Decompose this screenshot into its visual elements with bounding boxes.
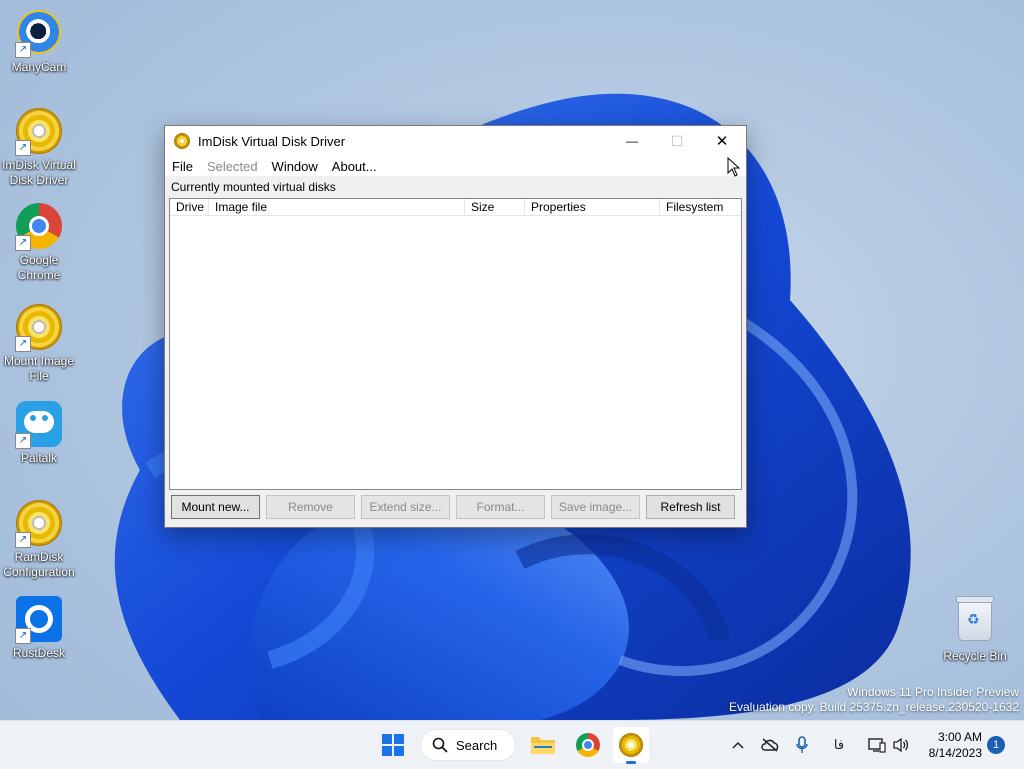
speaker-icon bbox=[893, 737, 909, 753]
chrome-icon bbox=[576, 733, 600, 757]
chevron-up-icon bbox=[732, 741, 744, 749]
evaluation-watermark: Windows 11 Pro Insider Preview Evaluatio… bbox=[729, 685, 1019, 715]
desktop-icon-rustdesk[interactable]: ↗ RustDesk bbox=[0, 595, 78, 661]
disc-icon: ↗ bbox=[15, 304, 63, 352]
desktop-icon-label: ImDisk Virtual bbox=[2, 158, 76, 172]
desktop-icon-label: Mount Image bbox=[3, 354, 75, 368]
desktop-icon-label: RustDesk bbox=[12, 646, 65, 660]
rustdesk-icon: ↗ bbox=[15, 596, 63, 644]
desktop-icon-label: RamDisk bbox=[14, 550, 64, 564]
refresh-list-button[interactable]: Refresh list bbox=[646, 495, 735, 519]
desktop-icon-label: Configuration bbox=[3, 565, 75, 579]
list-header: Drive Image file Size Properties Filesys… bbox=[170, 199, 741, 216]
desktop-icon-recycle-bin[interactable]: ♻ Recycle Bin bbox=[936, 595, 1014, 664]
menu-bar: File Selected Window About... bbox=[165, 156, 746, 176]
start-button[interactable] bbox=[375, 727, 411, 763]
window-title: ImDisk Virtual Disk Driver bbox=[198, 133, 346, 149]
search-icon bbox=[432, 737, 448, 753]
active-app-indicator bbox=[626, 761, 636, 764]
mouse-cursor-icon bbox=[727, 156, 741, 182]
watermark-line-1: Windows 11 Pro Insider Preview bbox=[847, 685, 1019, 699]
search-label: Search bbox=[456, 737, 498, 753]
desktop-icon-label: Chrome bbox=[17, 268, 61, 282]
desktop-icon-imdisk[interactable]: ↗ ImDisk Virtual Disk Driver bbox=[0, 106, 78, 188]
imdisk-app-icon bbox=[174, 133, 190, 149]
window-titlebar[interactable]: ImDisk Virtual Disk Driver — ☐ ✕ bbox=[165, 126, 746, 156]
close-button[interactable]: ✕ bbox=[699, 126, 745, 156]
desktop-icon-label: Paltalk bbox=[20, 451, 58, 465]
shortcut-arrow-icon: ↗ bbox=[15, 140, 31, 156]
desktop-icon-manycam[interactable]: ↗ ManyCam bbox=[0, 8, 78, 75]
desktop-icon-label: Disk Driver bbox=[9, 173, 69, 187]
taskbar-imdisk[interactable] bbox=[613, 727, 649, 764]
close-icon: ✕ bbox=[715, 133, 729, 150]
taskbar-chrome[interactable] bbox=[570, 727, 606, 763]
disc-icon: ↗ bbox=[15, 108, 63, 156]
mounted-disks-list[interactable]: Drive Image file Size Properties Filesys… bbox=[169, 198, 742, 490]
imdisk-window: ImDisk Virtual Disk Driver — ☐ ✕ File Se… bbox=[164, 125, 747, 528]
desktop-icon-chrome[interactable]: ↗ Google Chrome bbox=[0, 202, 78, 283]
column-header-image-file[interactable]: Image file bbox=[209, 199, 465, 215]
shortcut-arrow-icon: ↗ bbox=[15, 42, 31, 58]
menu-file[interactable]: File bbox=[165, 159, 200, 174]
taskbar: Search فا 3:00 AM 8/14/2023 1 bbox=[0, 720, 1024, 769]
onedrive-tray-button[interactable] bbox=[758, 721, 782, 769]
clock-date: 8/14/2023 bbox=[928, 746, 982, 760]
mount-new-button[interactable]: Mount new... bbox=[171, 495, 260, 519]
desktop-icon-paltalk[interactable]: ↗ Paltalk bbox=[0, 400, 78, 466]
remove-button[interactable]: Remove bbox=[266, 495, 355, 519]
disc-icon bbox=[619, 733, 643, 757]
volume-tray-button[interactable] bbox=[890, 721, 912, 769]
menu-window[interactable]: Window bbox=[265, 159, 325, 174]
microphone-tray-button[interactable] bbox=[792, 721, 812, 769]
action-buttons: Mount new... Remove Extend size... Forma… bbox=[171, 495, 735, 519]
column-header-filesystem[interactable]: Filesystem bbox=[660, 199, 723, 215]
paltalk-icon: ↗ bbox=[15, 401, 63, 449]
shortcut-arrow-icon: ↗ bbox=[15, 336, 31, 352]
menu-selected[interactable]: Selected bbox=[200, 159, 265, 174]
desktop-icon-label: Recycle Bin bbox=[943, 649, 1007, 663]
shortcut-arrow-icon: ↗ bbox=[15, 235, 31, 251]
disc-icon: ↗ bbox=[15, 500, 63, 548]
shortcut-arrow-icon: ↗ bbox=[15, 433, 31, 449]
column-header-drive[interactable]: Drive bbox=[170, 199, 209, 215]
microphone-icon bbox=[796, 736, 808, 753]
format-button[interactable]: Format... bbox=[456, 495, 545, 519]
desktop-icon-label: File bbox=[29, 369, 49, 383]
desktop-icon-label: ManyCam bbox=[11, 60, 67, 74]
watermark-line-2: Evaluation copy. Build 25375.zn_release.… bbox=[729, 700, 1019, 714]
windows-logo-icon bbox=[382, 734, 404, 756]
chrome-icon: ↗ bbox=[15, 203, 63, 251]
input-language-button[interactable]: فا bbox=[828, 721, 850, 769]
network-icon bbox=[868, 738, 886, 753]
show-hidden-icons-button[interactable] bbox=[728, 721, 748, 769]
menu-about[interactable]: About... bbox=[325, 159, 384, 174]
shortcut-arrow-icon: ↗ bbox=[15, 628, 31, 644]
network-tray-button[interactable] bbox=[866, 721, 888, 769]
notification-badge[interactable]: 1 bbox=[987, 736, 1005, 754]
column-header-properties[interactable]: Properties bbox=[525, 199, 660, 215]
maximize-button[interactable]: ☐ bbox=[654, 126, 700, 156]
mounted-disks-label: Currently mounted virtual disks bbox=[171, 180, 336, 194]
cloud-offline-icon bbox=[761, 738, 779, 752]
desktop-icon-ramdisk[interactable]: ↗ RamDisk Configuration bbox=[0, 498, 78, 580]
recycle-bin-icon: ♻ bbox=[951, 596, 999, 647]
desktop-icon-label: Google bbox=[19, 253, 59, 267]
clock-time: 3:00 AM bbox=[937, 730, 982, 744]
ime-label: فا bbox=[833, 737, 845, 752]
manycam-icon: ↗ bbox=[15, 10, 63, 58]
extend-size-button[interactable]: Extend size... bbox=[361, 495, 450, 519]
taskbar-file-explorer[interactable] bbox=[525, 727, 561, 763]
minimize-icon: — bbox=[626, 134, 638, 148]
taskbar-clock[interactable]: 3:00 AM 8/14/2023 bbox=[922, 729, 982, 761]
desktop-icon-mount-image[interactable]: ↗ Mount Image File bbox=[0, 302, 78, 384]
shortcut-arrow-icon: ↗ bbox=[15, 532, 31, 548]
maximize-icon: ☐ bbox=[670, 132, 684, 149]
taskbar-search[interactable]: Search bbox=[420, 729, 516, 761]
save-image-button[interactable]: Save image... bbox=[551, 495, 640, 519]
folder-icon bbox=[531, 737, 555, 754]
column-header-size[interactable]: Size bbox=[465, 199, 525, 215]
minimize-button[interactable]: — bbox=[609, 126, 655, 156]
